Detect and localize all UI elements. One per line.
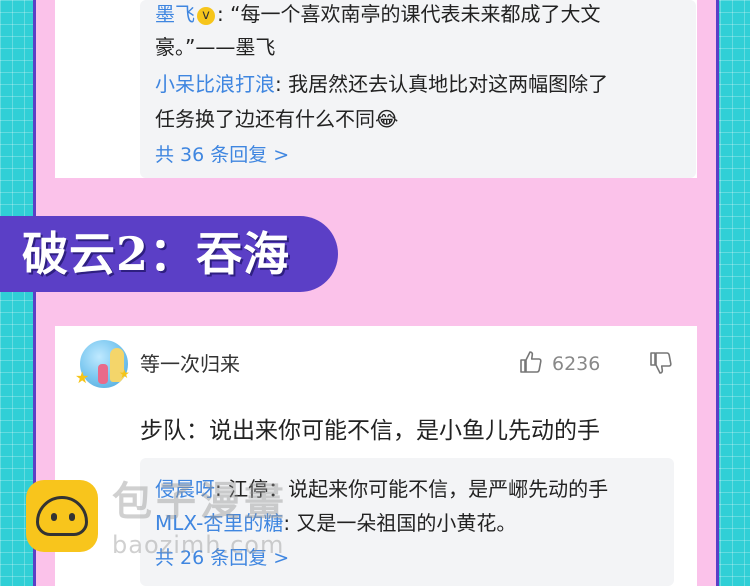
reply-username[interactable]: 小呆比浪打浪	[155, 72, 275, 96]
reply-text: 任务换了边还有什么不同	[155, 107, 375, 131]
comment-username[interactable]: 等一次归来	[140, 350, 240, 378]
watermark-logo-icon	[26, 480, 98, 552]
reply-text: : “每一个喜欢南亭的课代表未来都成了大文	[217, 2, 601, 26]
star-icon: ★	[119, 367, 130, 381]
verified-badge-icon: v	[197, 7, 215, 25]
reply-text-continued: 任务换了边还有什么不同😂	[155, 105, 398, 133]
star-icon: ★	[75, 368, 90, 387]
reply-text: : 我居然还去认真地比对这两幅图除了	[275, 72, 609, 96]
thumbs-up-icon[interactable]	[519, 350, 543, 374]
watermark-url: baozimh.com	[112, 531, 285, 559]
more-replies-link[interactable]: 共 36 条回复 >	[155, 141, 289, 169]
reply-username[interactable]: 墨飞	[155, 2, 195, 26]
banner-title: 破云2：吞海	[22, 227, 291, 281]
reply-item: 墨飞 v: “每一个喜欢南亭的课代表未来都成了大文	[155, 0, 600, 28]
section-banner: 破云2：吞海	[0, 216, 338, 292]
laughing-emoji-icon: 😂	[375, 107, 399, 131]
reply-text-continued: 豪。”——墨飞	[155, 35, 276, 59]
watermark-name: 包子漫畫	[112, 479, 288, 525]
reply-item: 小呆比浪打浪: 我居然还去认真地比对这两幅图除了	[155, 70, 608, 98]
like-count: 6236	[552, 353, 601, 375]
reply-text: : 又是一朵祖国的小黄花。	[283, 511, 517, 535]
comment-text: 步队：说出来你可能不信，是小鱼儿先动的手	[140, 418, 600, 444]
thumbs-down-icon[interactable]	[649, 351, 673, 375]
